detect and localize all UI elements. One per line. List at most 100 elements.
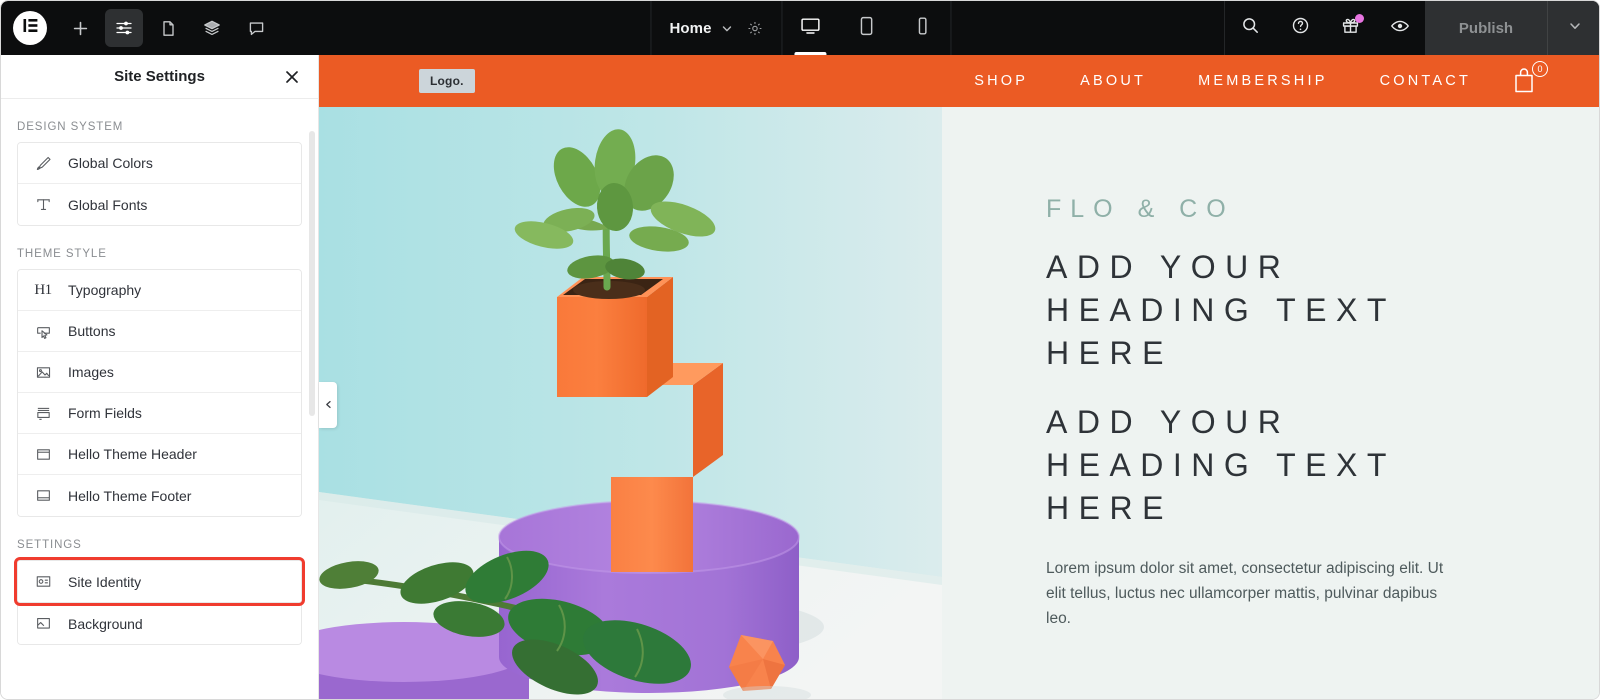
chevron-left-icon bbox=[324, 396, 333, 414]
chevron-down-icon bbox=[721, 22, 734, 35]
site-header: Logo. SHOP ABOUT MEMBERSHIP CONTACT 0 bbox=[319, 55, 1599, 107]
cart-button[interactable]: 0 bbox=[1511, 61, 1548, 96]
nav-item-shop[interactable]: SHOP bbox=[974, 73, 1028, 89]
notes-button[interactable] bbox=[237, 9, 275, 47]
toolbar-center-group: Home bbox=[650, 1, 952, 55]
mobile-icon bbox=[912, 15, 934, 42]
desktop-icon bbox=[800, 15, 822, 42]
question-circle-icon bbox=[1291, 16, 1310, 40]
site-settings-button[interactable] bbox=[105, 9, 143, 47]
background-icon bbox=[32, 615, 54, 632]
panel-header: Site Settings bbox=[1, 55, 318, 99]
site-settings-panel: Site Settings DESIGN SYSTEM Global Color… bbox=[1, 55, 319, 699]
page-settings-button[interactable] bbox=[149, 9, 187, 47]
finder-button[interactable] bbox=[1225, 1, 1275, 55]
text-t-icon bbox=[32, 196, 54, 213]
group-theme-style: H1 Typography Buttons Images Form Fields… bbox=[17, 269, 302, 517]
document-icon bbox=[160, 20, 177, 37]
sidebar-item-background[interactable]: Background bbox=[18, 603, 301, 644]
group-design-system: Global Colors Global Fonts bbox=[17, 142, 302, 226]
hero-section: FLO & CO ADD YOUR HEADING TEXT HERE ADD … bbox=[319, 107, 1599, 699]
site-nav-menu: SHOP ABOUT MEMBERSHIP CONTACT bbox=[974, 73, 1471, 89]
elementor-logo-icon bbox=[21, 16, 40, 40]
search-icon bbox=[1241, 16, 1260, 40]
document-selector[interactable]: Home bbox=[651, 1, 781, 55]
publish-options-button[interactable] bbox=[1547, 1, 1599, 55]
sidebar-item-label: Typography bbox=[68, 282, 142, 298]
section-label-design-system: DESIGN SYSTEM bbox=[17, 121, 124, 133]
editor-top-toolbar: Home Publish bbox=[1, 1, 1599, 55]
sidebar-item-global-fonts[interactable]: Global Fonts bbox=[18, 184, 301, 225]
section-label-settings: SETTINGS bbox=[17, 539, 82, 551]
sidebar-item-label: Background bbox=[68, 615, 143, 632]
gear-icon[interactable] bbox=[747, 20, 764, 37]
sidebar-item-label: Form Fields bbox=[68, 405, 142, 421]
footer-layout-icon bbox=[32, 487, 54, 504]
hero-heading-2[interactable]: ADD YOUR HEADING TEXT HERE bbox=[1046, 401, 1476, 530]
panel-collapse-handle[interactable] bbox=[319, 382, 337, 428]
add-element-button[interactable] bbox=[61, 9, 99, 47]
h1-icon: H1 bbox=[34, 281, 52, 298]
sidebar-item-images[interactable]: Images bbox=[18, 352, 301, 393]
group-settings-highlighted: Site Identity bbox=[14, 557, 305, 606]
layers-icon bbox=[203, 19, 221, 37]
hero-paragraph[interactable]: Lorem ipsum dolor sit amet, consectetur … bbox=[1046, 556, 1446, 631]
section-label-theme-style: THEME STYLE bbox=[17, 248, 107, 260]
sidebar-item-label: Global Colors bbox=[68, 155, 153, 171]
sidebar-item-typography[interactable]: H1 Typography bbox=[18, 270, 301, 311]
button-cursor-icon bbox=[32, 323, 54, 340]
device-tablet-button[interactable] bbox=[839, 1, 895, 55]
comment-icon bbox=[248, 20, 265, 37]
hero-product-image bbox=[319, 107, 942, 699]
device-desktop-button[interactable] bbox=[783, 1, 839, 55]
help-button[interactable] bbox=[1275, 1, 1325, 55]
toolbar-right-group: Publish bbox=[1224, 1, 1599, 55]
device-switcher bbox=[783, 1, 951, 55]
form-field-icon bbox=[32, 405, 54, 422]
plus-icon bbox=[72, 20, 89, 37]
site-logo-placeholder[interactable]: Logo. bbox=[419, 69, 475, 93]
site-preview-canvas: Logo. SHOP ABOUT MEMBERSHIP CONTACT 0 FL… bbox=[319, 55, 1599, 699]
sidebar-item-buttons[interactable]: Buttons bbox=[18, 311, 301, 352]
sidebar-item-label: Images bbox=[68, 364, 114, 380]
close-icon[interactable] bbox=[280, 65, 304, 89]
tablet-icon bbox=[856, 15, 878, 42]
sidebar-item-label: Site Identity bbox=[68, 573, 142, 590]
sliders-icon bbox=[115, 19, 133, 37]
group-settings-rest: Background bbox=[17, 603, 302, 645]
hero-text-block: FLO & CO ADD YOUR HEADING TEXT HERE ADD … bbox=[942, 107, 1599, 699]
toolbar-divider-devices bbox=[950, 1, 952, 55]
hero-heading-1[interactable]: ADD YOUR HEADING TEXT HERE bbox=[1046, 246, 1476, 375]
sidebar-item-label: Global Fonts bbox=[68, 196, 148, 213]
nav-item-about[interactable]: ABOUT bbox=[1080, 73, 1146, 89]
id-card-icon bbox=[32, 573, 54, 590]
paintbrush-icon bbox=[32, 155, 54, 172]
sidebar-item-global-colors[interactable]: Global Colors bbox=[18, 143, 301, 184]
brand-name: FLO & CO bbox=[1046, 195, 1235, 223]
structure-button[interactable] bbox=[193, 9, 231, 47]
chevron-down-icon bbox=[1567, 18, 1583, 39]
sidebar-item-hello-theme-header[interactable]: Hello Theme Header bbox=[18, 434, 301, 475]
elementor-editor: Home Publish Site Settings DESIGN SYSTEM… bbox=[0, 0, 1600, 700]
device-mobile-button[interactable] bbox=[895, 1, 951, 55]
sidebar-item-hello-theme-footer[interactable]: Hello Theme Footer bbox=[18, 475, 301, 516]
page-title: Site Settings bbox=[114, 68, 205, 85]
sidebar-item-form-fields[interactable]: Form Fields bbox=[18, 393, 301, 434]
whats-new-button[interactable] bbox=[1325, 1, 1375, 55]
cart-count-badge: 0 bbox=[1532, 61, 1548, 77]
sidebar-item-label: Buttons bbox=[68, 323, 116, 339]
panel-scrollbar[interactable] bbox=[309, 131, 315, 416]
document-title: Home bbox=[669, 19, 712, 37]
nav-item-membership[interactable]: MEMBERSHIP bbox=[1198, 73, 1328, 89]
eye-icon bbox=[1390, 16, 1410, 41]
preview-button[interactable] bbox=[1375, 1, 1425, 55]
header-layout-icon bbox=[32, 446, 54, 463]
toolbar-left-group bbox=[1, 1, 275, 55]
sidebar-item-site-identity[interactable]: Site Identity bbox=[18, 561, 301, 602]
notification-badge bbox=[1355, 14, 1364, 23]
nav-item-contact[interactable]: CONTACT bbox=[1380, 73, 1471, 89]
sidebar-item-label: Hello Theme Footer bbox=[68, 487, 192, 504]
publish-button[interactable]: Publish bbox=[1425, 1, 1547, 55]
elementor-logo-button[interactable] bbox=[13, 11, 47, 45]
publish-label: Publish bbox=[1458, 19, 1514, 37]
